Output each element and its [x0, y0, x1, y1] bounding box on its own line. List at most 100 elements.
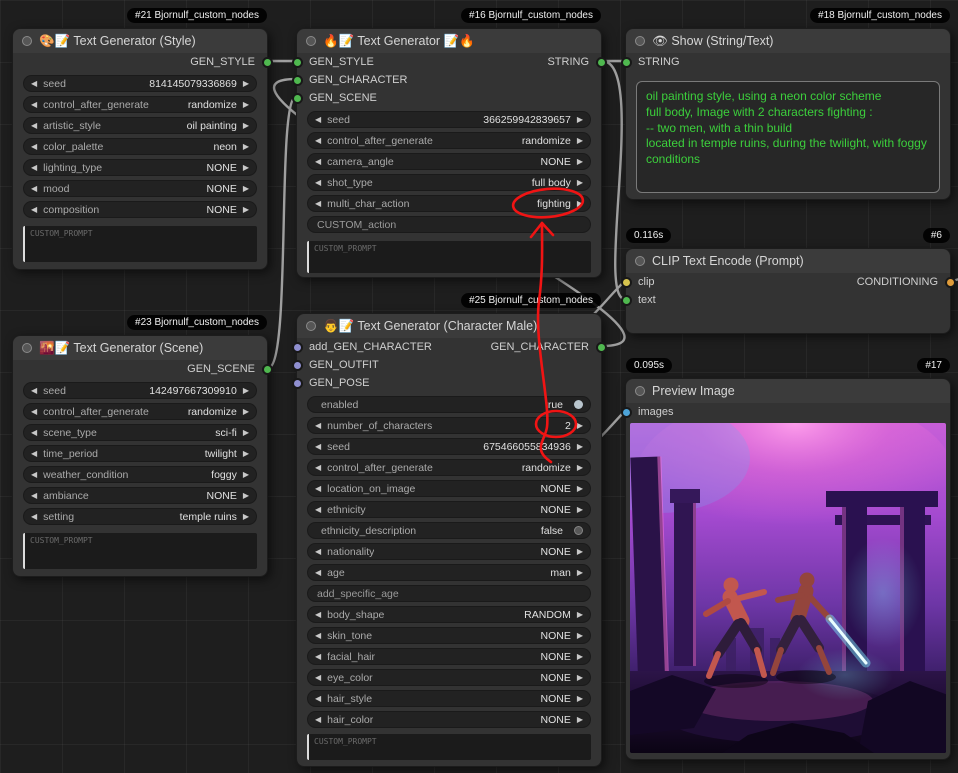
widget-custom-action[interactable]: CUSTOM_action [307, 216, 591, 233]
node-header[interactable]: Preview Image [626, 379, 950, 403]
input-port-clip-icon[interactable] [621, 277, 632, 288]
input-port-gen-scene-icon[interactable] [292, 93, 303, 104]
output-port-gen-scene-icon[interactable] [262, 364, 273, 375]
increment-icon[interactable]: ▶ [577, 673, 583, 682]
widget-skin-tone[interactable]: ◀skin_toneNONE▶ [307, 627, 591, 644]
increment-icon[interactable]: ▶ [243, 512, 249, 521]
increment-icon[interactable]: ▶ [243, 100, 249, 109]
input-port-gen-outfit-icon[interactable] [292, 360, 303, 371]
widget-number-of-characters[interactable]: ◀number_of_characters2▶ [307, 417, 591, 434]
increment-icon[interactable]: ▶ [243, 407, 249, 416]
decrement-icon[interactable]: ◀ [315, 199, 321, 208]
widget-control-after-generate[interactable]: ◀control_after_generaterandomize▶ [23, 403, 257, 420]
collapse-dot-icon[interactable] [22, 36, 32, 46]
increment-icon[interactable]: ▶ [243, 470, 249, 479]
custom-prompt-textarea[interactable]: CUSTOM_PROMPT [23, 226, 257, 262]
increment-icon[interactable]: ▶ [577, 115, 583, 124]
widget-location-on-image[interactable]: ◀location_on_imageNONE▶ [307, 480, 591, 497]
custom-prompt-textarea[interactable]: CUSTOM_PROMPT [307, 734, 591, 760]
decrement-icon[interactable]: ◀ [315, 694, 321, 703]
widget-seed[interactable]: ◀seed366259942839657▶ [307, 111, 591, 128]
increment-icon[interactable]: ▶ [243, 163, 249, 172]
decrement-icon[interactable]: ◀ [31, 205, 37, 214]
decrement-icon[interactable]: ◀ [315, 421, 321, 430]
input-port-gen-character-icon[interactable] [292, 75, 303, 86]
widget-weather-condition[interactable]: ◀weather_conditionfoggy▶ [23, 466, 257, 483]
decrement-icon[interactable]: ◀ [31, 407, 37, 416]
widget-lighting-type[interactable]: ◀lighting_typeNONE▶ [23, 159, 257, 176]
widget-composition[interactable]: ◀compositionNONE▶ [23, 201, 257, 218]
decrement-icon[interactable]: ◀ [31, 470, 37, 479]
decrement-icon[interactable]: ◀ [315, 505, 321, 514]
input-port-images-icon[interactable] [621, 407, 632, 418]
widget-enabled[interactable]: enabledtrue [307, 396, 591, 413]
widget-scene-type[interactable]: ◀scene_typesci-fi▶ [23, 424, 257, 441]
input-port-gen-pose-icon[interactable] [292, 378, 303, 389]
widget-body-shape[interactable]: ◀body_shapeRANDOM▶ [307, 606, 591, 623]
output-port-gen-character-icon[interactable] [596, 342, 607, 353]
output-port-string-icon[interactable] [596, 57, 607, 68]
node-clip-text-encode[interactable]: 0.116s #6 CLIP Text Encode (Prompt) clip… [625, 248, 951, 334]
collapse-dot-icon[interactable] [306, 321, 316, 331]
widget-seed[interactable]: ◀seed814145079336869▶ [23, 75, 257, 92]
preview-image[interactable] [630, 423, 946, 753]
custom-prompt-textarea[interactable]: CUSTOM_PROMPT [307, 241, 591, 273]
increment-icon[interactable]: ▶ [577, 157, 583, 166]
custom-prompt-textarea[interactable]: CUSTOM_PROMPT [23, 533, 257, 569]
widget-control-after-generate[interactable]: ◀control_after_generaterandomize▶ [307, 132, 591, 149]
decrement-icon[interactable]: ◀ [315, 652, 321, 661]
increment-icon[interactable]: ▶ [243, 184, 249, 193]
decrement-icon[interactable]: ◀ [31, 491, 37, 500]
increment-icon[interactable]: ▶ [577, 484, 583, 493]
decrement-icon[interactable]: ◀ [31, 163, 37, 172]
collapse-dot-icon[interactable] [306, 36, 316, 46]
collapse-dot-icon[interactable] [635, 36, 645, 46]
node-text-generator-character-male[interactable]: #25 Bjornulf_custom_nodes 👨📝 Text Genera… [296, 313, 602, 767]
widget-setting[interactable]: ◀settingtemple ruins▶ [23, 508, 257, 525]
node-graph-canvas[interactable]: #21 Bjornulf_custom_nodes 🎨📝 Text Genera… [0, 0, 958, 773]
widget-facial-hair[interactable]: ◀facial_hairNONE▶ [307, 648, 591, 665]
decrement-icon[interactable]: ◀ [315, 568, 321, 577]
widget-eye-color[interactable]: ◀eye_colorNONE▶ [307, 669, 591, 686]
widget-seed[interactable]: ◀seed675466055834936▶ [307, 438, 591, 455]
increment-icon[interactable]: ▶ [243, 449, 249, 458]
increment-icon[interactable]: ▶ [577, 136, 583, 145]
widget-add-specific-age[interactable]: add_specific_age [307, 585, 591, 602]
increment-icon[interactable]: ▶ [243, 386, 249, 395]
increment-icon[interactable]: ▶ [577, 178, 583, 187]
increment-icon[interactable]: ▶ [243, 142, 249, 151]
decrement-icon[interactable]: ◀ [315, 610, 321, 619]
decrement-icon[interactable]: ◀ [31, 142, 37, 151]
increment-icon[interactable]: ▶ [243, 491, 249, 500]
widget-ambiance[interactable]: ◀ambianceNONE▶ [23, 487, 257, 504]
output-port-gen-style-icon[interactable] [262, 57, 273, 68]
increment-icon[interactable]: ▶ [577, 652, 583, 661]
node-preview-image[interactable]: 0.095s #17 Preview Image images [625, 378, 951, 760]
decrement-icon[interactable]: ◀ [315, 157, 321, 166]
widget-camera-angle[interactable]: ◀camera_angleNONE▶ [307, 153, 591, 170]
widget-multi-char-action[interactable]: ◀multi_char_actionfighting▶ [307, 195, 591, 212]
decrement-icon[interactable]: ◀ [315, 547, 321, 556]
increment-icon[interactable]: ▶ [243, 79, 249, 88]
widget-hair-style[interactable]: ◀hair_styleNONE▶ [307, 690, 591, 707]
collapse-dot-icon[interactable] [635, 256, 645, 266]
node-text-generator-scene[interactable]: #23 Bjornulf_custom_nodes 🌇📝 Text Genera… [12, 335, 268, 577]
node-header[interactable]: 🌇📝 Text Generator (Scene) [13, 336, 267, 360]
input-port-gen-style-icon[interactable] [292, 57, 303, 68]
input-port-string-icon[interactable] [621, 57, 632, 68]
increment-icon[interactable]: ▶ [577, 568, 583, 577]
toggle-off-icon[interactable] [574, 526, 583, 535]
widget-mood[interactable]: ◀moodNONE▶ [23, 180, 257, 197]
decrement-icon[interactable]: ◀ [315, 673, 321, 682]
decrement-icon[interactable]: ◀ [315, 178, 321, 187]
decrement-icon[interactable]: ◀ [31, 512, 37, 521]
node-header[interactable]: 👨📝 Text Generator (Character Male) [297, 314, 601, 338]
input-port-add-gen-character-icon[interactable] [292, 342, 303, 353]
widget-artistic-style[interactable]: ◀artistic_styleoil painting▶ [23, 117, 257, 134]
increment-icon[interactable]: ▶ [577, 715, 583, 724]
widget-ethnicity[interactable]: ◀ethnicityNONE▶ [307, 501, 591, 518]
decrement-icon[interactable]: ◀ [315, 442, 321, 451]
decrement-icon[interactable]: ◀ [315, 631, 321, 640]
increment-icon[interactable]: ▶ [577, 463, 583, 472]
node-header[interactable]: 🎨📝 Text Generator (Style) [13, 29, 267, 53]
